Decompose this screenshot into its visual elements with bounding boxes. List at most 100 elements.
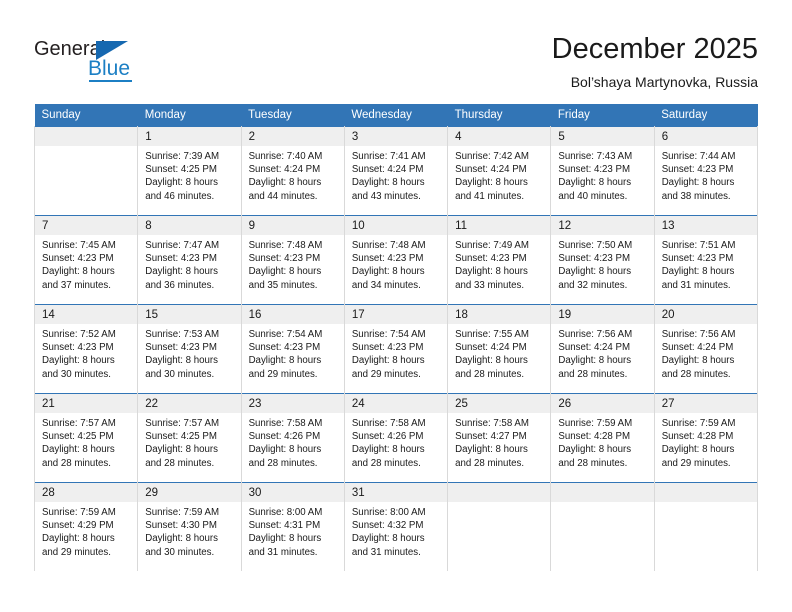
daylight-duration-line1: Daylight: 8 hours [661, 177, 735, 189]
day-cell[interactable]: 26 Sunrise: 7:59 AM Sunset: 4:28 PM Dayligh… [550, 393, 655, 483]
day-cell[interactable]: 17 Sunrise: 7:54 AM Sunset: 4:23 PM Dayligh… [343, 304, 449, 394]
daylight-duration-line1: Daylight: 8 hours [248, 177, 322, 189]
sunset-time: Sunset: 4:26 PM [248, 431, 321, 443]
weekday-header-friday: Friday [550, 104, 655, 127]
day-cell[interactable]: 12 Sunrise: 7:50 AM Sunset: 4:23 PM Dayligh… [550, 215, 655, 305]
day-number: 8 [138, 216, 241, 235]
day-number [35, 127, 138, 146]
sunset-time: Sunset: 4:23 PM [248, 253, 321, 265]
day-cell[interactable]: 20 Sunrise: 7:56 AM Sunset: 4:24 PM Dayligh… [653, 304, 759, 394]
day-cell[interactable]: 15 Sunrise: 7:53 AM Sunset: 4:23 PM Dayligh… [137, 304, 242, 394]
sunrise-time: Sunrise: 7:54 AM [248, 329, 323, 340]
day-details: Sunrise: 7:56 AM Sunset: 4:24 PM Daylight:… [551, 324, 653, 393]
day-cell[interactable]: 7 Sunrise: 7:45 AM Sunset: 4:23 PM Daylight… [33, 215, 139, 305]
day-number: 12 [551, 216, 654, 235]
day-cell[interactable]: 24 Sunrise: 7:58 AM Sunset: 4:26 PM Dayligh… [343, 393, 449, 483]
day-number: 7 [35, 216, 138, 235]
daylight-duration-line1: Daylight: 8 hours [558, 355, 632, 367]
general-blue-logo[interactable]: General Blue [34, 38, 254, 90]
day-cell[interactable]: 5 Sunrise: 7:43 AM Sunset: 4:23 PM Daylight… [550, 126, 655, 216]
sunrise-time: Sunrise: 7:43 AM [558, 151, 633, 162]
day-number: 9 [241, 216, 344, 235]
daylight-duration-line1: Daylight: 8 hours [455, 266, 528, 278]
empty-day-cell [550, 482, 655, 571]
day-number: 13 [654, 216, 757, 235]
day-cell[interactable]: 30 Sunrise: 8:00 AM Sunset: 4:31 PM Dayligh… [240, 482, 345, 571]
day-details: Sunrise: 7:50 AM Sunset: 4:23 PM Daylight:… [551, 235, 653, 304]
day-number: 29 [138, 483, 241, 502]
sunset-time: Sunset: 4:23 PM [351, 342, 424, 354]
sunset-time: Sunset: 4:31 PM [248, 520, 321, 532]
day-cell[interactable]: 25 Sunrise: 7:58 AM Sunset: 4:27 PM Dayligh… [447, 393, 552, 483]
daylight-duration-line2: and 29 minutes. [351, 368, 421, 380]
day-cell[interactable]: 16 Sunrise: 7:54 AM Sunset: 4:23 PM Dayligh… [240, 304, 345, 394]
sunset-time: Sunset: 4:23 PM [661, 164, 734, 176]
day-cell[interactable]: 18 Sunrise: 7:55 AM Sunset: 4:24 PM Dayligh… [447, 304, 552, 394]
sunrise-time: Sunrise: 7:52 AM [42, 329, 116, 340]
calendar-week-row: 14 Sunrise: 7:52 AM Sunset: 4:23 PM Dayligh… [33, 304, 759, 394]
day-cell[interactable]: 13 Sunrise: 7:51 AM Sunset: 4:23 PM Dayligh… [653, 215, 759, 305]
day-details: Sunrise: 7:40 AM Sunset: 4:24 PM Daylight:… [242, 146, 344, 215]
day-cell[interactable]: 19 Sunrise: 7:56 AM Sunset: 4:24 PM Dayligh… [550, 304, 655, 394]
day-details [35, 146, 137, 215]
daylight-duration-line2: and 35 minutes. [248, 279, 318, 291]
sunset-time: Sunset: 4:23 PM [145, 342, 217, 354]
sunrise-time: Sunrise: 7:59 AM [145, 507, 220, 518]
daylight-duration-line1: Daylight: 8 hours [248, 266, 322, 278]
day-number [551, 483, 654, 502]
weekday-header-sunday: Sunday [34, 104, 138, 127]
sunrise-time: Sunrise: 7:55 AM [455, 329, 529, 340]
daylight-duration-line1: Daylight: 8 hours [248, 533, 322, 545]
day-cell[interactable]: 4 Sunrise: 7:42 AM Sunset: 4:24 PM Daylight… [447, 126, 552, 216]
empty-day-cell [653, 482, 759, 571]
empty-day-cell [33, 126, 139, 216]
day-cell[interactable]: 22 Sunrise: 7:57 AM Sunset: 4:25 PM Dayligh… [137, 393, 242, 483]
sunrise-time: Sunrise: 7:40 AM [248, 151, 323, 162]
calendar-week-row: 21 Sunrise: 7:57 AM Sunset: 4:25 PM Dayligh… [33, 393, 759, 483]
sunset-time: Sunset: 4:32 PM [351, 520, 424, 532]
daylight-duration-line1: Daylight: 8 hours [351, 177, 425, 189]
day-number: 24 [344, 394, 448, 413]
day-cell[interactable]: 8 Sunrise: 7:47 AM Sunset: 4:23 PM Daylight… [137, 215, 242, 305]
sunset-time: Sunset: 4:23 PM [455, 253, 527, 265]
day-cell[interactable]: 31 Sunrise: 8:00 AM Sunset: 4:32 PM Dayligh… [343, 482, 449, 571]
daylight-duration-line1: Daylight: 8 hours [351, 266, 425, 278]
day-cell[interactable]: 9 Sunrise: 7:48 AM Sunset: 4:23 PM Daylight… [240, 215, 345, 305]
day-cell[interactable]: 23 Sunrise: 7:58 AM Sunset: 4:26 PM Dayligh… [240, 393, 345, 483]
sunrise-time: Sunrise: 7:58 AM [351, 418, 426, 429]
day-cell[interactable]: 1 Sunrise: 7:39 AM Sunset: 4:25 PM Daylight… [137, 126, 242, 216]
day-cell[interactable]: 10 Sunrise: 7:48 AM Sunset: 4:23 PM Dayligh… [343, 215, 449, 305]
daylight-duration-line2: and 34 minutes. [351, 279, 421, 291]
day-cell[interactable]: 3 Sunrise: 7:41 AM Sunset: 4:24 PM Daylight… [343, 126, 449, 216]
sunrise-time: Sunrise: 7:58 AM [455, 418, 529, 429]
daylight-duration-line1: Daylight: 8 hours [351, 355, 425, 367]
calendar-grid: Sunday Monday Tuesday Wednesday Thursday Frid… [33, 104, 759, 571]
daylight-duration-line2: and 37 minutes. [42, 279, 111, 291]
day-details: Sunrise: 7:39 AM Sunset: 4:25 PM Daylight:… [138, 146, 240, 215]
day-cell[interactable]: 28 Sunrise: 7:59 AM Sunset: 4:29 PM Dayligh… [33, 482, 139, 571]
day-cell[interactable]: 11 Sunrise: 7:49 AM Sunset: 4:23 PM Dayligh… [447, 215, 552, 305]
day-cell[interactable]: 21 Sunrise: 7:57 AM Sunset: 4:25 PM Dayligh… [33, 393, 139, 483]
sunset-time: Sunset: 4:24 PM [351, 164, 424, 176]
sunset-time: Sunset: 4:29 PM [42, 520, 114, 532]
calendar-week-row: 28 Sunrise: 7:59 AM Sunset: 4:29 PM Dayligh… [33, 482, 759, 571]
logo-text-blue: Blue [88, 57, 131, 80]
sunset-time: Sunset: 4:24 PM [455, 342, 527, 354]
day-number: 1 [138, 127, 241, 146]
daylight-duration-line2: and 28 minutes. [145, 457, 215, 469]
day-cell[interactable]: 14 Sunrise: 7:52 AM Sunset: 4:23 PM Dayligh… [33, 304, 139, 394]
day-details: Sunrise: 7:44 AM Sunset: 4:23 PM Daylight:… [655, 146, 757, 215]
day-cell[interactable]: 27 Sunrise: 7:59 AM Sunset: 4:28 PM Dayligh… [653, 393, 759, 483]
day-cell[interactable]: 6 Sunrise: 7:44 AM Sunset: 4:23 PM Daylight… [653, 126, 759, 216]
day-cell[interactable]: 29 Sunrise: 7:59 AM Sunset: 4:30 PM Dayligh… [137, 482, 242, 571]
day-cell[interactable]: 2 Sunrise: 7:40 AM Sunset: 4:24 PM Daylight… [240, 126, 345, 216]
calendar-week-row: 1 Sunrise: 7:39 AM Sunset: 4:25 PM Daylight… [33, 126, 759, 216]
sunrise-time: Sunrise: 7:48 AM [351, 240, 426, 251]
sunrise-time: Sunrise: 7:58 AM [248, 418, 323, 429]
daylight-duration-line2: and 30 minutes. [145, 546, 215, 558]
day-details: Sunrise: 7:54 AM Sunset: 4:23 PM Daylight:… [345, 324, 447, 393]
day-number: 27 [654, 394, 757, 413]
daylight-duration-line2: and 43 minutes. [351, 190, 421, 202]
daylight-duration-line2: and 32 minutes. [558, 279, 628, 291]
daylight-duration-line1: Daylight: 8 hours [145, 444, 218, 456]
